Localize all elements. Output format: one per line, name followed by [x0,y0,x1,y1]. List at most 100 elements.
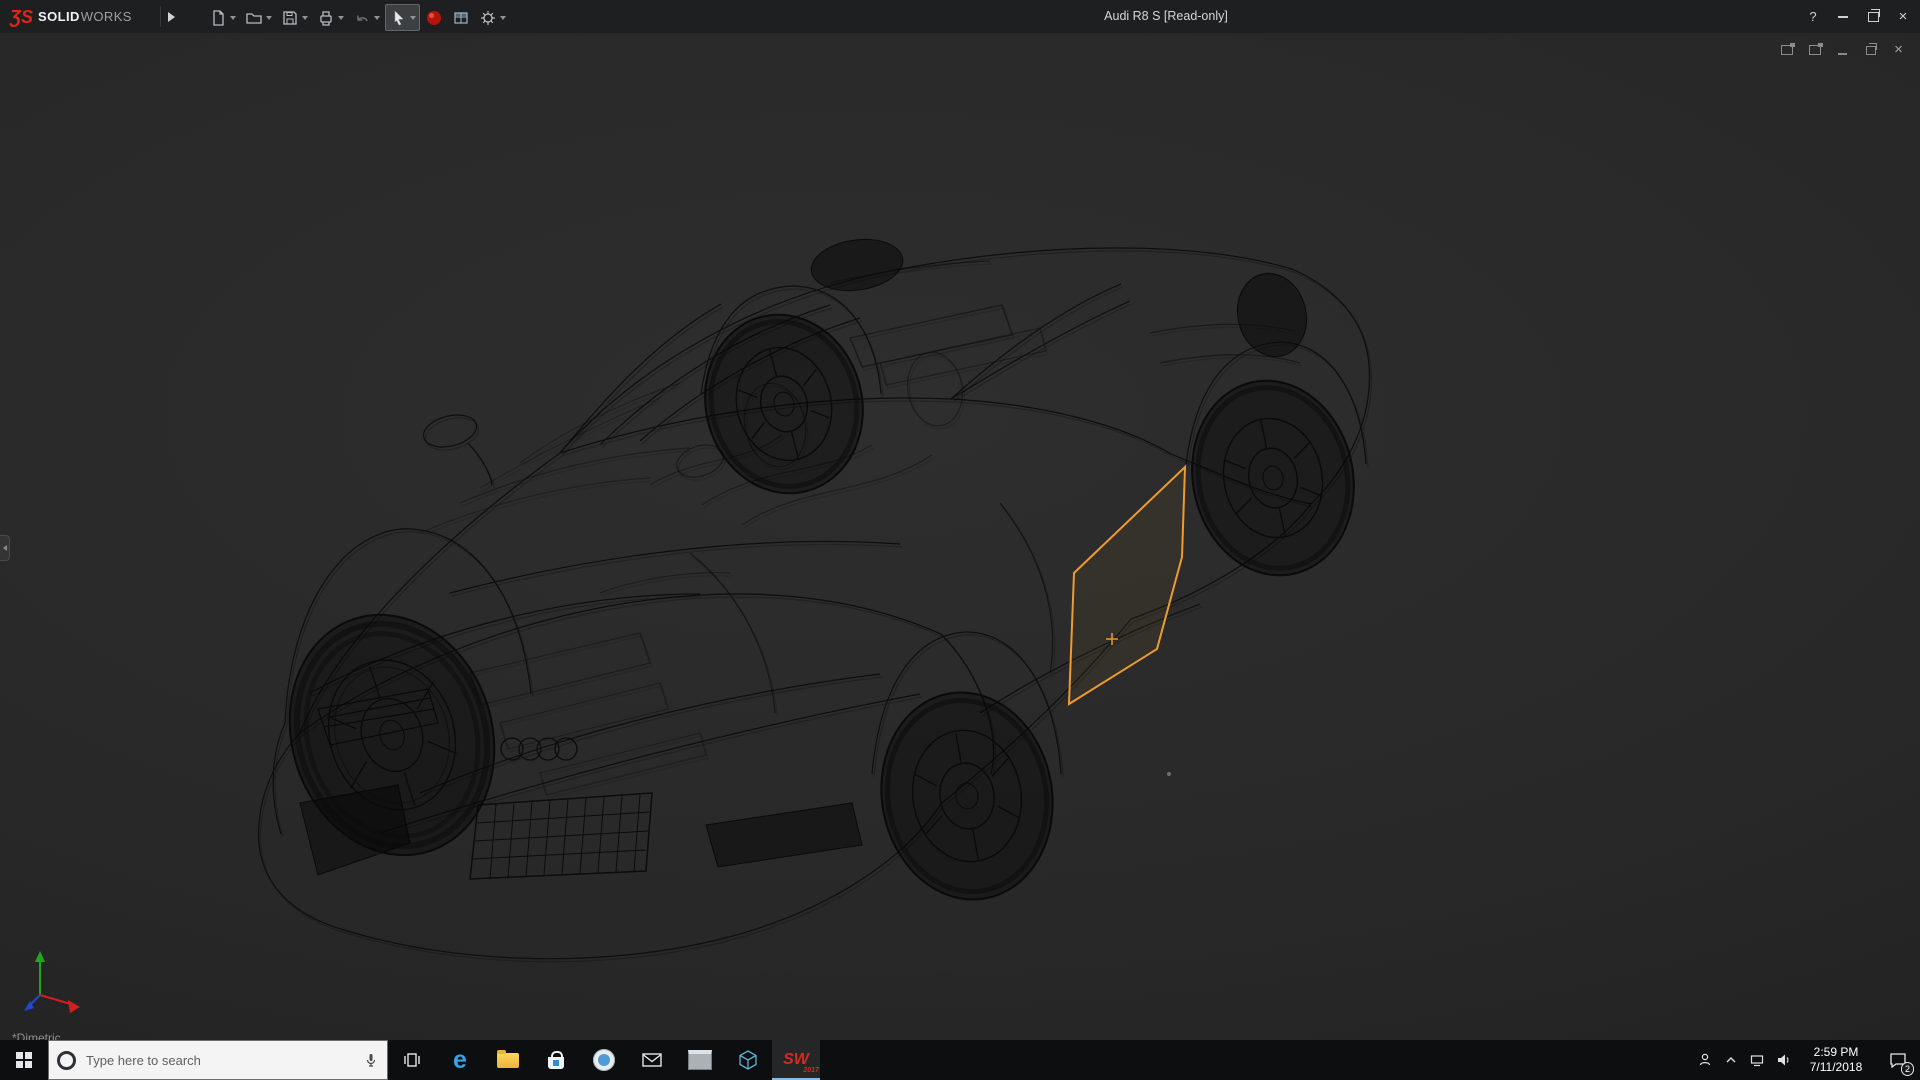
print-button[interactable] [313,4,348,31]
shopping-bag-icon [548,1051,564,1069]
graphics-area[interactable]: × *Dimetric [0,33,1920,1040]
solidworks-taskbar-button[interactable]: SW 2017 [772,1040,820,1080]
browser-app-button[interactable] [580,1040,628,1080]
dassault-logo-icon: ƷS [10,6,34,27]
dropdown-arrow-icon[interactable] [338,15,344,20]
display-settings-button[interactable] [448,4,474,31]
wheel-rear-right[interactable] [1174,366,1371,591]
dropdown-arrow-icon[interactable] [500,15,506,20]
options-button[interactable] [475,4,510,31]
undo-button[interactable] [349,4,384,31]
grille-mesh [469,792,653,880]
stray-vertex-dot [1167,772,1171,776]
system-tray: 2:59 PM 7/11/2018 2 [1692,1040,1920,1080]
dropdown-arrow-icon[interactable] [374,15,380,20]
brand-works: WORKS [80,9,132,24]
search-input[interactable] [84,1051,355,1069]
task-view-button[interactable] [388,1040,436,1080]
clock-date: 7/11/2018 [1809,1060,1863,1074]
save-icon [283,10,297,25]
search-ring-icon [57,1050,76,1070]
new-document-button[interactable] [205,4,240,31]
undo-icon [357,15,368,21]
folder-icon [497,1049,519,1068]
volume-button[interactable] [1770,1040,1796,1080]
cube-icon [739,1050,757,1070]
mail-button[interactable] [628,1040,676,1080]
quick-access-toolbar [205,4,510,31]
display-grid-icon [454,11,468,24]
hidden-icons-button[interactable] [1718,1040,1744,1080]
action-center-button[interactable]: 2 [1876,1040,1920,1080]
menu-flyout-button[interactable] [160,6,181,27]
taskbar-clock[interactable]: 2:59 PM 7/11/2018 [1796,1040,1876,1080]
window-app-button[interactable] [676,1040,724,1080]
title-bar: ƷS SOLID WORKS Audi R8 S [Read-only] ? × [0,0,1920,33]
notification-badge: 2 [1901,1062,1914,1076]
document-restore-button[interactable] [1863,42,1878,57]
collapsed-panel-tab[interactable] [0,535,10,561]
wheel-rear-left[interactable] [685,297,882,511]
select-cursor-icon [394,9,404,26]
task-view-icon [404,1053,420,1067]
float-window-button[interactable] [1779,43,1795,57]
edge-button[interactable]: e [436,1040,484,1080]
minimize-icon [1838,15,1848,18]
wheel-front-left[interactable] [259,588,525,882]
speaker-icon [1778,1054,1789,1066]
help-button[interactable]: ? [1798,0,1828,33]
selected-face-highlight[interactable] [1067,464,1187,706]
restore-button[interactable] [1858,0,1888,33]
taskbar-search-box[interactable] [48,1040,388,1080]
circular-app-icon [593,1049,615,1071]
store-button[interactable] [532,1040,580,1080]
solidworks-app-icon: SW 2017 [783,1051,819,1074]
people-button[interactable] [1692,1040,1718,1080]
save-button[interactable] [277,4,312,31]
dropdown-arrow-icon[interactable] [230,15,236,20]
document-close-button[interactable]: × [1891,42,1906,57]
window-app-icon [688,1050,712,1070]
orientation-triad-icon [24,951,80,1013]
restore-icon [1867,8,1880,22]
brand-solid: SOLID [38,9,80,24]
close-button[interactable]: × [1888,0,1918,33]
windows-taskbar: e SW 2017 [0,1040,1920,1080]
edge-icon: e [453,1045,467,1074]
clock-time: 2:59 PM [1813,1045,1859,1059]
solidworks-logo: ƷS SOLID WORKS [10,0,132,33]
network-button[interactable] [1744,1040,1770,1080]
edit-appearance-button[interactable] [421,4,447,31]
chevron-up-icon [1726,1057,1736,1063]
select-tool-button[interactable] [385,4,420,31]
appearance-sphere-icon [427,10,441,25]
float-window-icon [1808,43,1823,55]
file-explorer-button[interactable] [484,1040,532,1080]
wireframe-car-model[interactable] [0,33,1920,1040]
float-window-button-2[interactable] [1807,43,1823,57]
window-title: Audi R8 S [Read-only] [1104,9,1228,23]
minimize-button[interactable] [1828,0,1858,33]
network-icon [1750,1055,1764,1067]
3d-app-button[interactable] [724,1040,772,1080]
people-icon [1699,1053,1711,1066]
dropdown-arrow-icon[interactable] [266,15,272,20]
float-window-icon [1780,43,1795,55]
dropdown-arrow-icon[interactable] [410,15,416,20]
windows-logo-icon [16,1052,32,1068]
document-minimize-button[interactable] [1835,43,1850,57]
microphone-icon[interactable] [363,1052,379,1068]
view-orientation-label: *Dimetric [12,1031,61,1040]
print-icon [320,10,332,26]
open-folder-icon [246,12,262,24]
open-button[interactable] [241,4,276,31]
dropdown-arrow-icon[interactable] [302,15,308,20]
minimize-icon [1838,53,1847,55]
restore-icon [1865,42,1877,55]
wheel-front-right[interactable] [865,679,1069,913]
document-window-controls: × [1779,42,1906,57]
new-document-icon [213,9,224,26]
window-controls: ? × [1798,0,1918,33]
expand-panel-arrow-icon [2,545,7,551]
start-button[interactable] [0,1040,48,1080]
